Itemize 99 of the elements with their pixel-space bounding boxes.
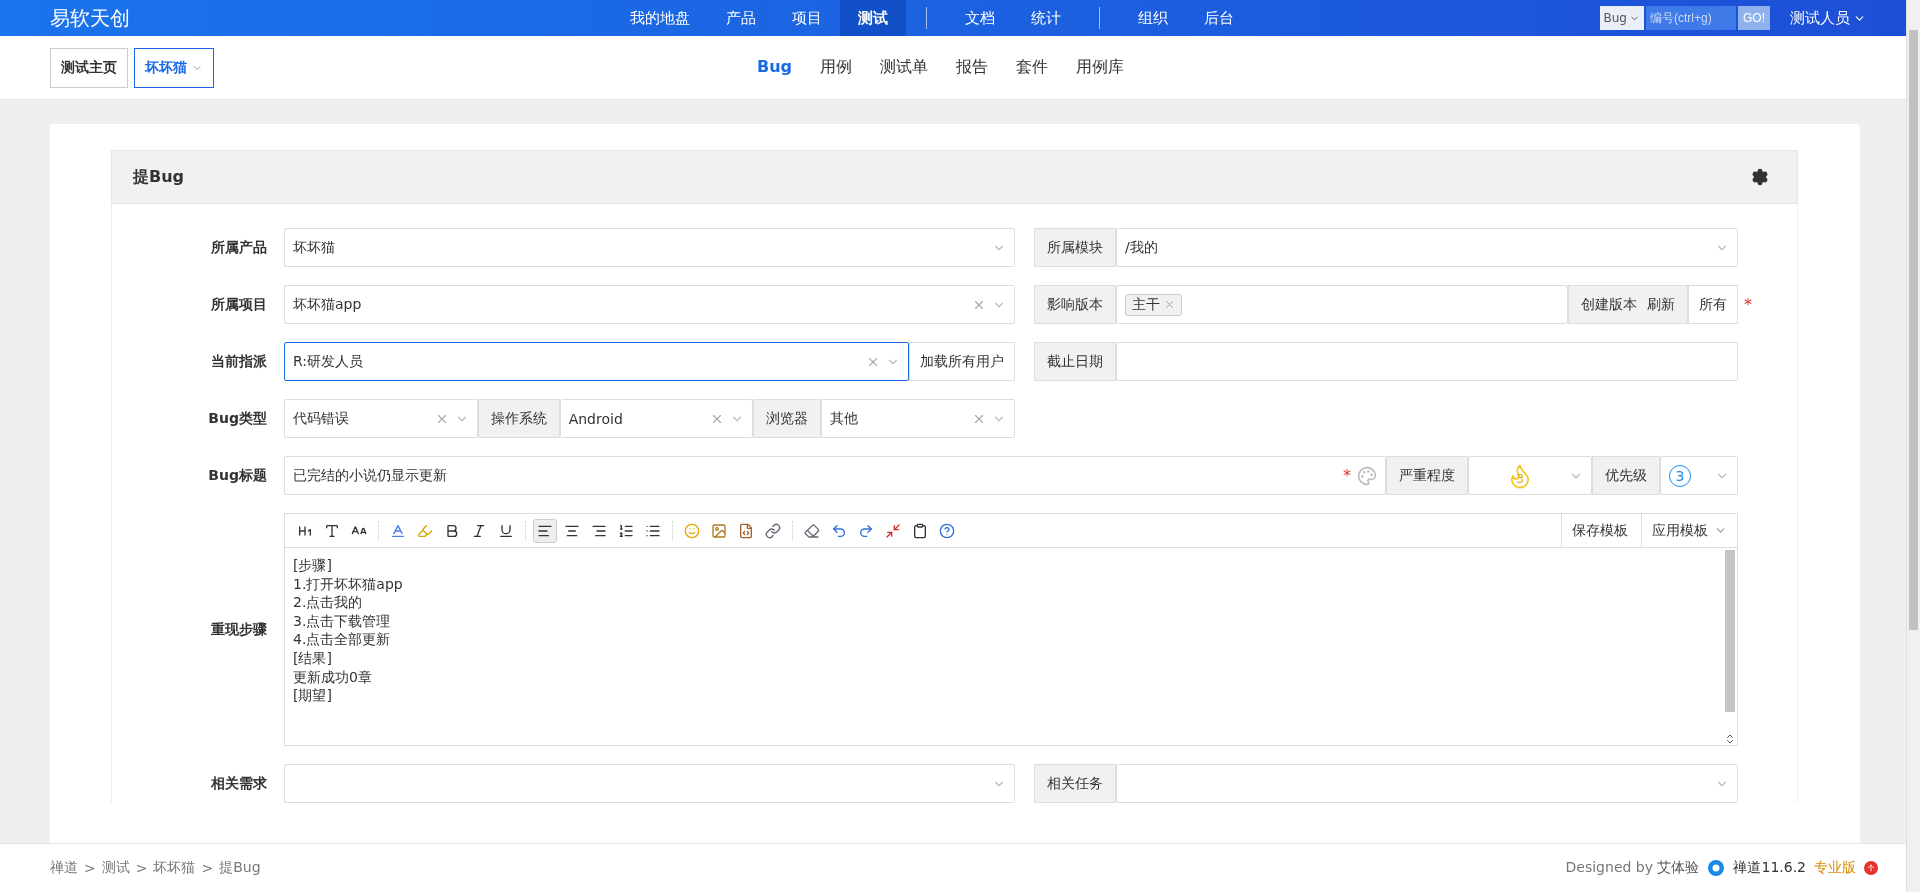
breadcrumb[interactable]: 坏坏猫 bbox=[134, 47, 214, 88]
severity-value: 3 bbox=[1516, 471, 1524, 486]
text-line: 4.点击全部更新 bbox=[293, 630, 392, 649]
italic-icon bbox=[471, 522, 487, 539]
smiley-icon bbox=[684, 522, 700, 539]
breadcrumb-link[interactable]: 禅道 bbox=[50, 859, 78, 877]
select-field[interactable]: R:研发人员 bbox=[284, 342, 909, 381]
text-line: [期望] bbox=[293, 686, 333, 705]
breadcrumb-link[interactable]: 测试 bbox=[101, 859, 130, 877]
required-mark: * bbox=[1744, 294, 1752, 316]
eraser-icon bbox=[804, 522, 820, 539]
text-line: [结果] bbox=[293, 648, 333, 668]
field-label: 当前指派 bbox=[210, 352, 267, 371]
settings-icon[interactable] bbox=[1751, 168, 1769, 186]
link[interactable]: 刷新 bbox=[1647, 295, 1675, 314]
align-left-button[interactable] bbox=[533, 518, 557, 543]
field-label: 优先级 bbox=[1592, 456, 1660, 495]
nav-item[interactable]: 统计 bbox=[1013, 0, 1079, 36]
date-field[interactable] bbox=[1116, 342, 1738, 381]
tab[interactable]: Bug bbox=[757, 57, 793, 78]
panel-title: 提Bug bbox=[133, 166, 185, 188]
text-line: 2.点击我的 bbox=[293, 593, 364, 612]
select-field[interactable]: 其他 bbox=[821, 399, 1015, 438]
nav-item[interactable]: 项目 bbox=[774, 0, 840, 36]
field-label: 所属项目 bbox=[210, 295, 267, 314]
field-label: 截止日期 bbox=[1034, 342, 1116, 381]
code-icon bbox=[738, 522, 754, 539]
required-mark: * bbox=[1343, 465, 1351, 487]
search-type-select[interactable]: Bug bbox=[1599, 6, 1644, 30]
credit-text: Designed by 艾体验 bbox=[1565, 859, 1700, 877]
clipboard-icon bbox=[912, 522, 928, 539]
load-users-button[interactable]: 加载所有用户 bbox=[909, 342, 1015, 381]
tag-field[interactable]: 主干 bbox=[1116, 285, 1568, 324]
all-button[interactable]: 所有 bbox=[1688, 285, 1738, 324]
text-line: 1.打开坏坏猫app bbox=[293, 574, 404, 594]
scrollbar-thumb[interactable] bbox=[1725, 550, 1735, 712]
separator: > bbox=[135, 860, 148, 876]
nav-item[interactable]: 我的地盘 bbox=[612, 0, 708, 36]
select-field[interactable]: /我的 bbox=[1116, 228, 1738, 267]
tab[interactable]: 报告 bbox=[956, 57, 989, 78]
bold-icon bbox=[444, 522, 460, 539]
help-icon bbox=[939, 522, 955, 539]
fullscreen-icon bbox=[885, 522, 901, 539]
user-menu[interactable]: 测试人员 bbox=[1790, 8, 1866, 28]
field-label: 重现步骤 bbox=[210, 620, 267, 639]
font-color-icon bbox=[390, 522, 406, 539]
select-field[interactable]: Android bbox=[559, 399, 754, 438]
undo-icon bbox=[831, 522, 847, 539]
highlight-icon bbox=[417, 522, 433, 539]
field-label: 相关任务 bbox=[1034, 764, 1116, 803]
field-label: 相关需求 bbox=[210, 774, 267, 793]
tab[interactable]: 用例库 bbox=[1076, 57, 1125, 78]
breadcrumb-link[interactable]: 提Bug bbox=[219, 859, 261, 877]
select-field[interactable]: 坏坏猫app bbox=[284, 285, 1015, 324]
nav-item[interactable]: 文档 bbox=[947, 0, 1013, 36]
priority-select[interactable]: 3 bbox=[1660, 456, 1738, 495]
nav-item[interactable]: 产品 bbox=[708, 0, 774, 36]
select-field[interactable] bbox=[1116, 764, 1738, 803]
version-text: 禅道11.6.2 bbox=[1733, 859, 1806, 877]
title-field[interactable]: 已完结的小说仍显示更新 * bbox=[284, 456, 1386, 495]
tab[interactable]: 用例 bbox=[820, 57, 853, 78]
select-field[interactable] bbox=[284, 764, 1015, 803]
field-label: 所属模块 bbox=[1034, 228, 1116, 267]
image-icon bbox=[711, 522, 727, 539]
tab[interactable]: 套件 bbox=[1016, 57, 1049, 78]
rich-text-editor[interactable]: 保存模板 应用模板 [步骤] 1.打开坏坏猫app 2.点击我的 3.点击下载管理 4.点击全部更新 [结果] 更新成功0章 [期望] bbox=[284, 513, 1738, 746]
select-field[interactable]: 坏坏猫 bbox=[284, 228, 1015, 267]
nav-item[interactable]: 后台 bbox=[1186, 0, 1252, 36]
nav-item[interactable]: 组织 bbox=[1120, 0, 1186, 36]
underline-icon bbox=[498, 522, 514, 539]
link-icon bbox=[765, 522, 781, 539]
field-label: 浏览器 bbox=[753, 399, 822, 438]
text-line: [步骤] bbox=[293, 556, 333, 575]
font-icon bbox=[324, 522, 340, 539]
numbered-list-icon bbox=[618, 522, 634, 539]
separator: > bbox=[201, 860, 214, 876]
nav-item[interactable]: 测试 bbox=[840, 0, 906, 36]
button-group[interactable]: 创建版本 刷新 bbox=[1568, 285, 1688, 324]
scrollbar-thumb[interactable] bbox=[1909, 30, 1918, 630]
text-line: 3.点击下载管理 bbox=[293, 611, 392, 631]
breadcrumb-link[interactable]: 坏坏猫 bbox=[153, 859, 196, 877]
search-field[interactable]: 编号(ctrl+g) bbox=[1646, 6, 1736, 30]
field-label: Bug标题 bbox=[207, 466, 267, 485]
field-label: Bug类型 bbox=[207, 409, 267, 428]
tab[interactable]: 测试单 bbox=[880, 57, 929, 78]
field-label: 操作系统 bbox=[477, 399, 560, 438]
link[interactable]: 创建版本 bbox=[1581, 295, 1637, 314]
select-field[interactable]: 代码错误 bbox=[284, 399, 478, 438]
tag: 主干 bbox=[1125, 293, 1182, 316]
text-line: 更新成功0章 bbox=[293, 667, 373, 687]
field-label: 影响版本 bbox=[1034, 285, 1116, 324]
breadcrumb[interactable]: 测试主页 bbox=[50, 47, 128, 88]
field-label: 严重程度 bbox=[1386, 456, 1468, 495]
logo: 易软天创 bbox=[50, 4, 131, 32]
redo-icon bbox=[858, 522, 874, 539]
separator: > bbox=[84, 860, 96, 876]
logo-icon bbox=[1707, 859, 1726, 877]
field-label: 所属产品 bbox=[210, 238, 267, 257]
resize-icon[interactable] bbox=[1724, 733, 1736, 745]
